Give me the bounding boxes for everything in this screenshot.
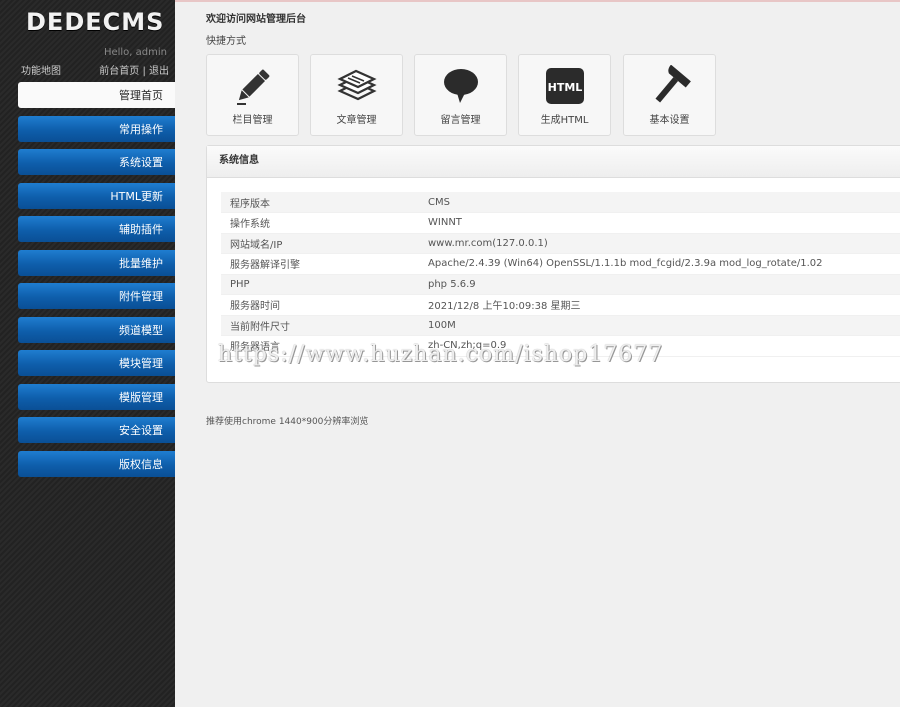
sidebar-item-common-ops[interactable]: 常用操作 — [18, 115, 175, 142]
table-row: 服务器时间 2021/12/8 上午10:09:38 星期三 — [221, 294, 900, 316]
system-info-table: 程序版本 CMS 操作系统 WINNT 网站域名/IP www.mr.com(127.… — [221, 192, 900, 357]
table-row: 网站域名/IP www.mr.com(127.0.0.1) — [221, 233, 900, 254]
sidebar-item-copyright[interactable]: 版权信息 — [18, 450, 175, 477]
table-row: PHP php 5.6.9 — [221, 274, 900, 295]
sidebar-item-html-update[interactable]: HTML更新 — [18, 182, 175, 209]
top-links: 前台首页 | 退出 — [99, 62, 169, 77]
shortcut-basic-settings[interactable]: 基本设置 — [623, 54, 716, 136]
sidebar-item-batch-maintenance[interactable]: 批量维护 — [18, 249, 175, 276]
speech-bubble-icon — [443, 69, 478, 103]
shortcut-label: 留言管理 — [440, 115, 481, 126]
front-page-link[interactable]: 前台首页 — [99, 66, 139, 77]
function-map-link[interactable]: 功能地图 — [21, 62, 61, 77]
sidebar: DEDECMS Hello, admin 功能地图 前台首页 | 退出 管理首页… — [0, 0, 175, 707]
sidebar-item-security[interactable]: 安全设置 — [18, 417, 175, 443]
shortcut-category-manage[interactable]: 栏目管理 — [206, 54, 299, 136]
shortcut-label: 文章管理 — [336, 115, 377, 126]
shortcuts-title: 快捷方式 — [206, 36, 246, 47]
shortcut-generate-html[interactable]: HTML 生成HTML — [518, 54, 611, 136]
sidebar-item-home[interactable]: 管理首页 — [18, 82, 175, 108]
main-content: 欢迎访问网站管理后台 快捷方式 栏目管理 文章管理 留言管理 HTML 生成HT… — [175, 0, 900, 707]
hammer-icon — [654, 65, 691, 103]
papers-icon — [336, 69, 377, 101]
sidebar-item-plugins[interactable]: 辅助插件 — [18, 216, 175, 242]
watermark: https://www.huzhan.com/ishop17677 — [218, 342, 664, 367]
sidebar-item-channel-models[interactable]: 频道模型 — [18, 316, 175, 343]
table-row: 操作系统 WINNT — [221, 212, 900, 234]
sidebar-item-system-settings[interactable]: 系统设置 — [18, 149, 175, 175]
sidebar-nav: 管理首页 常用操作 系统设置 HTML更新 辅助插件 批量维护 附件管理 频道模… — [18, 82, 175, 484]
sidebar-item-modules[interactable]: 模块管理 — [18, 350, 175, 376]
shortcut-label: 生成HTML — [540, 115, 589, 126]
sidebar-item-templates[interactable]: 模版管理 — [18, 383, 175, 410]
pencil-icon — [236, 69, 269, 105]
table-row: 当前附件尺寸 100M — [221, 315, 900, 336]
greeting: Hello, admin — [103, 47, 167, 58]
footer-note: 推荐使用chrome 1440*900分辨率浏览 — [206, 417, 369, 427]
sidebar-item-attachments[interactable]: 附件管理 — [18, 283, 175, 309]
table-row: 服务器解译引擎 Apache/2.4.39 (Win64) OpenSSL/1.1… — [221, 253, 900, 275]
logout-link[interactable]: 退出 — [149, 66, 169, 77]
logo: DEDECMS — [26, 8, 165, 36]
html-icon: HTML — [545, 68, 584, 104]
table-row: 程序版本 CMS — [221, 192, 900, 213]
shortcut-message-manage[interactable]: 留言管理 — [414, 54, 507, 136]
page-title: 欢迎访问网站管理后台 — [206, 14, 306, 25]
shortcut-article-manage[interactable]: 文章管理 — [310, 54, 403, 136]
html-icon-text: HTML — [547, 81, 582, 94]
shortcut-label: 栏目管理 — [232, 115, 273, 126]
link-separator: | — [142, 66, 146, 77]
panel-title: 系统信息 — [207, 146, 900, 178]
shortcut-label: 基本设置 — [649, 115, 690, 126]
